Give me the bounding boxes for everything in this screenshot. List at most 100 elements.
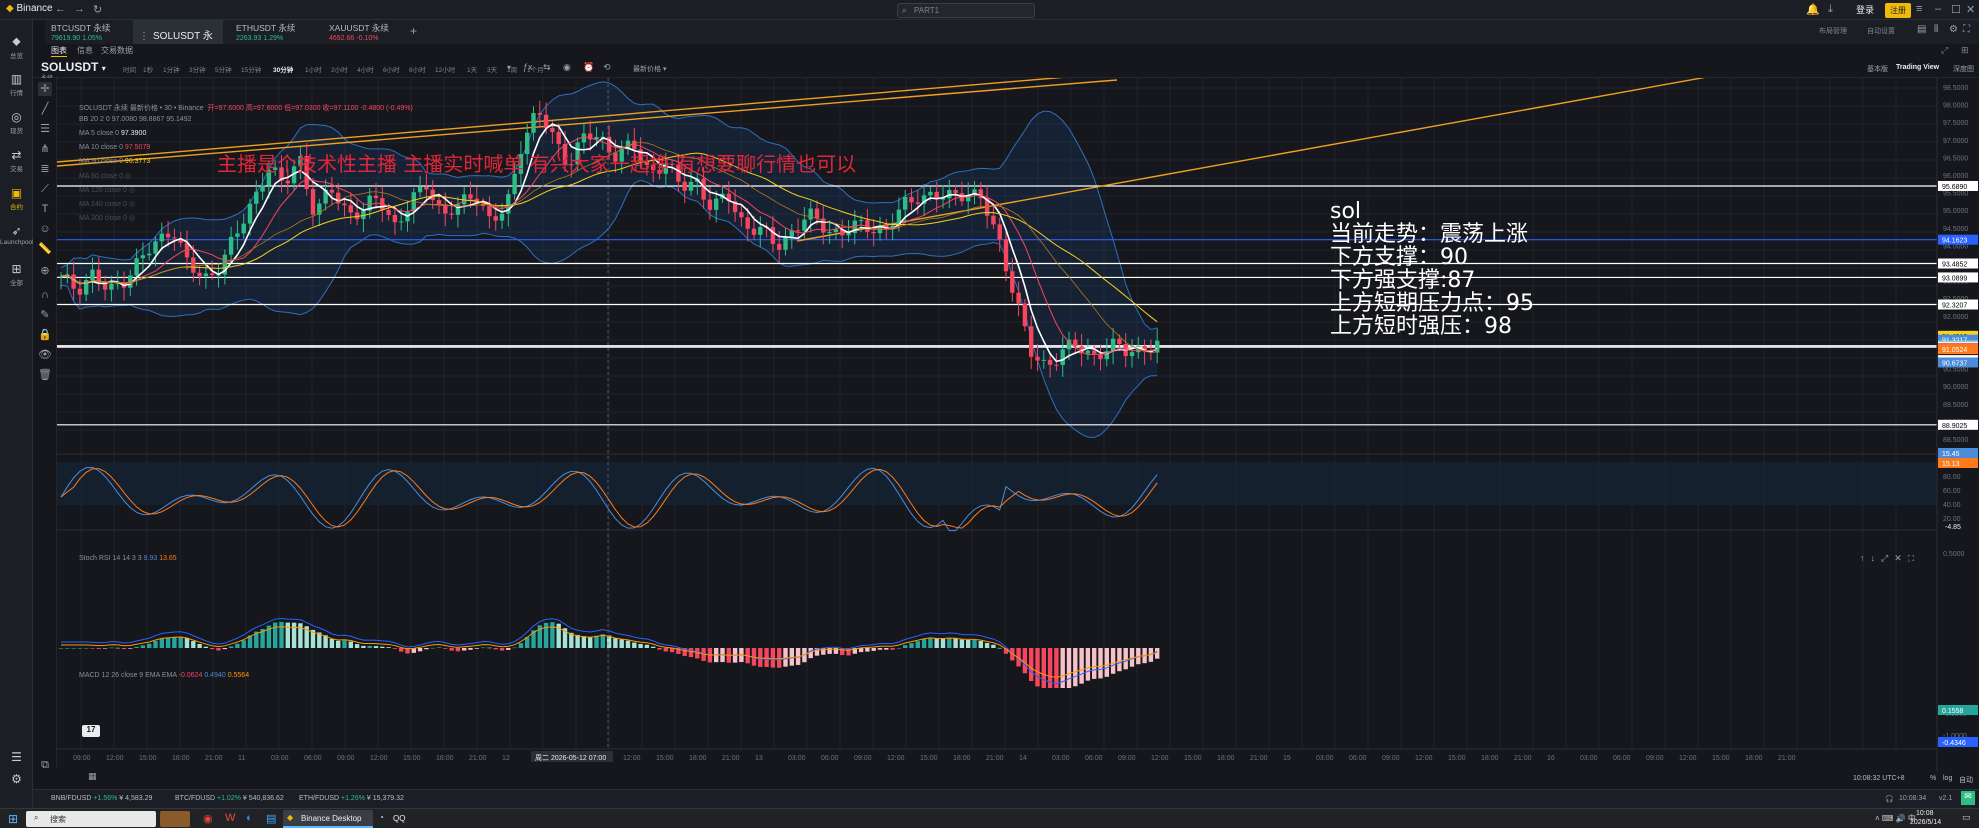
interval-option[interactable]: 8小时: [409, 64, 426, 74]
interval-option[interactable]: 6小时: [383, 64, 400, 74]
lock-icon[interactable]: 🔒: [38, 328, 52, 342]
eye-icon[interactable]: ◎: [129, 187, 135, 194]
pitchfork-icon[interactable]: ⋔: [38, 142, 52, 156]
forward-icon[interactable]: →: [74, 3, 85, 15]
sidebar-item-spot[interactable]: ◎ 现货: [0, 110, 33, 135]
menu-icon[interactable]: ≡: [1916, 3, 1922, 15]
sidebar-item-overview[interactable]: ⬥ 总览: [0, 34, 33, 60]
tab-xauusdt[interactable]: XAUUSDT 永续 4692.66 -0.10%: [323, 20, 413, 44]
trendline-icon[interactable]: ╱: [38, 102, 52, 116]
eye-icon[interactable]: ◎: [129, 215, 135, 222]
expand-icon[interactable]: ⤢: [1941, 45, 1948, 56]
wps-icon[interactable]: W: [225, 812, 235, 824]
ticker-item[interactable]: BTC/FDUSD +1.02% ¥ 540,836.62: [175, 795, 284, 802]
indicator-legend-item[interactable]: MA 5 close 0 97.3900: [79, 130, 146, 137]
indicator-legend-item[interactable]: BB 20 2 0 97.0080 98.8867 95.1492: [79, 116, 192, 123]
crosshair-icon[interactable]: ✛: [38, 82, 52, 96]
pane-controls[interactable]: ↑↓⤢✕⛶: [1860, 553, 1920, 564]
interval-option[interactable]: 12小时: [435, 64, 455, 74]
close-icon[interactable]: ✕: [1966, 3, 1975, 16]
interval-option[interactable]: 5分钟: [215, 64, 232, 74]
price-chart[interactable]: 98.5000 98.0000 97.5000 97.0000 96.5000 96.00…: [57, 78, 1979, 772]
sidebar-item-all[interactable]: ⊞ 全部: [0, 262, 33, 287]
fib-icon[interactable]: ≣: [38, 162, 52, 176]
sidebar-list-icon[interactable]: ☰: [0, 750, 33, 765]
horizontal-lines-icon[interactable]: ☰: [38, 122, 52, 136]
taskbar-binance[interactable]: ◆ Binance Desktop: [283, 810, 373, 828]
indicator-icon[interactable]: ƒx: [523, 62, 533, 72]
tab-ethusdt[interactable]: ETHUSDT 永续 2263.93 1.29%: [230, 20, 320, 44]
fullscreen-icon[interactable]: ⛶: [1963, 24, 1970, 35]
auto-toggle[interactable]: 自动: [1959, 775, 1973, 785]
edge-icon[interactable]: ◐: [246, 812, 253, 824]
indicator-legend-item[interactable]: MA 240 close 0 ◎: [79, 200, 135, 208]
eye-icon[interactable]: ◎: [129, 201, 135, 208]
interval-option[interactable]: 2小时: [331, 64, 348, 74]
tab-trade-data[interactable]: 交易数据: [101, 45, 133, 56]
layout-icon[interactable]: ▤: [1917, 24, 1926, 35]
percent-toggle[interactable]: %: [1930, 775, 1936, 782]
interval-option[interactable]: 3天: [487, 64, 497, 74]
interval-option[interactable]: 3分钟: [189, 64, 206, 74]
sidebar-item-markets[interactable]: ▥ 行情: [0, 72, 33, 97]
calendar-icon[interactable]: ▦: [88, 771, 97, 782]
layers-icon[interactable]: ⧉: [38, 758, 52, 772]
notification-icon[interactable]: ▭: [1962, 812, 1971, 823]
interval-option[interactable]: 1天: [467, 64, 477, 74]
price-type-select[interactable]: 最新价格 ▾: [633, 64, 666, 74]
pattern-icon[interactable]: ⟋: [38, 182, 52, 196]
eye-icon[interactable]: 👁: [38, 348, 52, 362]
minimize-icon[interactable]: –: [1935, 3, 1941, 15]
view-tradingview[interactable]: Trading View: [1896, 64, 1939, 71]
emoji-icon[interactable]: ☺: [38, 222, 52, 236]
zoom-icon[interactable]: ⊕: [38, 264, 52, 278]
layout-manage-link[interactable]: 布局管理: [1819, 26, 1847, 36]
grid-layout-icon[interactable]: ⊞: [1961, 45, 1969, 56]
indicator-legend-item[interactable]: MA 30 close 0 96.3773: [79, 158, 150, 165]
interval-option[interactable]: 4小时: [357, 64, 374, 74]
maximize-icon[interactable]: ☐: [1951, 3, 1961, 16]
tab-info[interactable]: 信息: [77, 45, 93, 56]
view-basic[interactable]: 基本版: [1867, 64, 1888, 74]
tab-chart[interactable]: 图表: [51, 45, 67, 57]
symbol-selector[interactable]: SOLUSDT ▾: [41, 60, 106, 74]
ticker-item[interactable]: ETH/FDUSD +1.26% ¥ 15,379.32: [299, 795, 404, 802]
interval-option[interactable]: 15分钟: [241, 64, 261, 74]
trash-icon[interactable]: 🗑: [38, 368, 52, 382]
indicator-legend-item[interactable]: MA 10 close 0 97.5079: [79, 144, 150, 151]
compare-icon[interactable]: ⇆: [543, 62, 551, 73]
chevron-down-icon[interactable]: ▾: [507, 63, 511, 72]
camera-icon[interactable]: ◉: [563, 62, 571, 73]
chrome-icon[interactable]: ◉: [203, 812, 213, 825]
bell-icon[interactable]: 🔔: [1806, 3, 1820, 16]
interval-option[interactable]: 1秒: [143, 64, 153, 74]
interval-option[interactable]: 30分钟: [273, 64, 293, 74]
replay-icon[interactable]: ⟲: [603, 62, 611, 73]
login-button[interactable]: 登录: [1856, 3, 1874, 16]
interval-option[interactable]: 1分钟: [163, 64, 180, 74]
auto-settings-link[interactable]: 自动设置: [1867, 26, 1895, 36]
headset-icon[interactable]: 🎧: [1885, 795, 1894, 803]
view-depth[interactable]: 深度图: [1953, 64, 1974, 74]
settings-icon[interactable]: ⚙: [1949, 24, 1958, 35]
refresh-icon[interactable]: ↻: [93, 3, 102, 16]
ruler-icon[interactable]: 📏: [38, 242, 52, 256]
chat-icon[interactable]: ✉: [1961, 791, 1975, 805]
indicator-legend-item[interactable]: MA 300 close 0 ◎: [79, 214, 135, 222]
taskbar-widget-icon[interactable]: [160, 811, 190, 827]
eye-icon[interactable]: ◎: [125, 173, 131, 180]
tab-solusdt[interactable]: ⋮SOLUSDT 永续: [133, 20, 223, 57]
windows-start-icon[interactable]: ⊞: [8, 812, 18, 826]
sidebar-item-futures[interactable]: ▣ 合约: [0, 186, 33, 211]
interval-option[interactable]: 时间: [123, 64, 136, 74]
taskbar-qq[interactable]: ◔ QQ: [377, 810, 417, 828]
sidebar-settings[interactable]: ⚙: [0, 772, 33, 787]
search-input[interactable]: ⌕ PART1: [897, 3, 1035, 18]
add-tab-icon[interactable]: +: [410, 24, 417, 38]
ticker-item[interactable]: BNB/FDUSD +1.56% ¥ 4,583.29: [51, 795, 152, 802]
files-icon[interactable]: ▤: [266, 812, 276, 825]
text-icon[interactable]: T: [38, 202, 52, 216]
back-icon[interactable]: ←: [55, 3, 66, 15]
sidebar-item-launchpool[interactable]: ➶ Launchpool: [0, 224, 34, 246]
tab-btcusdt[interactable]: BTCUSDT 永续 79619.90 1.05%: [45, 20, 135, 44]
